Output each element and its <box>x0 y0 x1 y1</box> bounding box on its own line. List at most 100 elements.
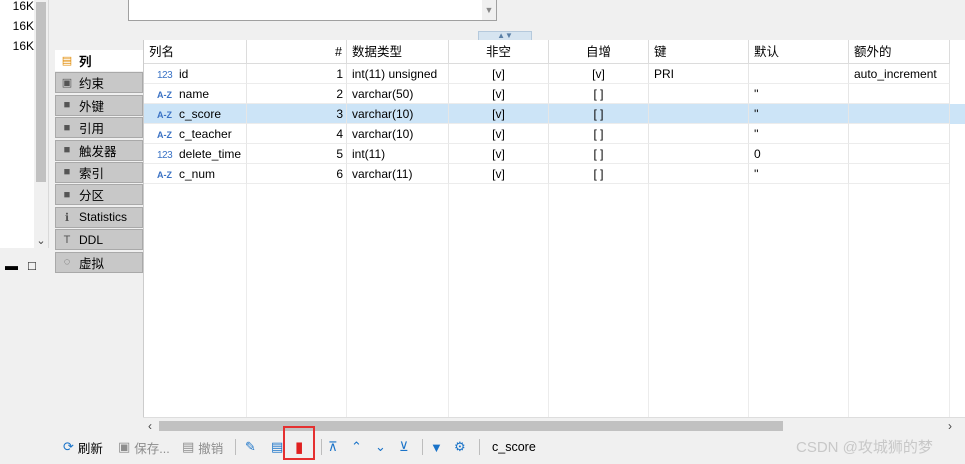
cell-default[interactable]: '' <box>749 164 849 184</box>
tab-label: 索引 <box>79 166 105 181</box>
tab-references[interactable]: ■ 引用 <box>55 117 143 139</box>
tab-label: 约束 <box>79 77 105 92</box>
horizontal-scrollbar[interactable]: ‹ › <box>143 417 965 434</box>
cell-default[interactable]: 0 <box>749 144 849 164</box>
cell-name[interactable]: 123 delete_time <box>144 144 247 164</box>
move-bottom-button[interactable]: ⊻ <box>399 437 413 457</box>
cell-datatype[interactable]: int(11) <box>347 144 449 164</box>
tab-foreign-keys[interactable]: ■ 外键 <box>55 94 143 116</box>
cell-autoinc[interactable]: [ ] <box>549 124 649 144</box>
tab-partitions[interactable]: ■ 分区 <box>55 184 143 206</box>
cell-extra[interactable] <box>849 144 950 164</box>
table-row[interactable]: 123 delete_time 5 int(11) [v][ ] 0 <box>144 144 965 164</box>
tab-virtual[interactable]: ◌ 虚拟 <box>55 251 143 273</box>
chevron-right-icon[interactable]: › <box>943 418 957 434</box>
cell-extra[interactable]: auto_increment <box>849 64 950 84</box>
refresh-label: 刷新 <box>77 441 103 456</box>
cell-notnull[interactable]: [v] <box>449 164 549 184</box>
cell-num[interactable]: 5 <box>247 144 347 164</box>
undo-label: 撤销 <box>198 441 224 456</box>
edit-column-button[interactable]: ✎ <box>245 437 260 457</box>
comment-textarea[interactable]: ▼ <box>128 0 497 21</box>
tab-statistics[interactable]: ℹ Statistics <box>55 206 143 228</box>
cell-notnull[interactable]: [v] <box>449 104 549 124</box>
table-row[interactable]: A-Z c_num 6 varchar(11) [v][ ] '' <box>144 164 965 184</box>
cell-name[interactable]: A-Z c_score <box>144 104 247 124</box>
table-row[interactable]: 123 id 1 int(11) unsigned [v] [v] PRI auto_incr… <box>144 64 965 84</box>
scrollbar-thumb[interactable] <box>159 421 783 431</box>
cell-name[interactable]: A-Z c_teacher <box>144 124 247 144</box>
chevron-down-icon[interactable]: ▼ <box>482 0 496 20</box>
cell-num[interactable]: 4 <box>247 124 347 144</box>
cell-datatype[interactable]: varchar(50) <box>347 84 449 104</box>
chevron-up-icon: ⌃ <box>351 439 362 454</box>
cell-key[interactable] <box>649 144 749 164</box>
undo-button[interactable]: ▤ 撤销 <box>182 437 223 457</box>
cell-num[interactable]: 3 <box>247 104 347 124</box>
column-header[interactable]: 默认 <box>749 40 849 64</box>
cell-extra[interactable] <box>849 104 950 124</box>
cell-num[interactable]: 6 <box>247 164 347 184</box>
filter-button[interactable]: ▼ <box>430 437 447 457</box>
move-up-button[interactable]: ⌃ <box>351 437 366 457</box>
cell-name[interactable]: 123 id <box>144 64 247 84</box>
cell-datatype[interactable]: varchar(10) <box>347 104 449 124</box>
cell-autoinc[interactable]: [ ] <box>549 84 649 104</box>
column-header[interactable]: 自增 <box>549 40 649 64</box>
cell-extra[interactable] <box>849 164 950 184</box>
cell-autoinc[interactable]: [ ] <box>549 104 649 124</box>
tab-triggers[interactable]: ■ 触发器 <box>55 139 143 161</box>
scrollbar-thumb[interactable] <box>36 2 46 182</box>
left-panel-toolbar: ▬ □ <box>0 256 48 276</box>
tab-ddl[interactable]: T DDL <box>55 229 143 251</box>
cell-key[interactable] <box>649 164 749 184</box>
column-header[interactable]: # <box>247 40 347 64</box>
cell-autoinc[interactable]: [ ] <box>549 164 649 184</box>
left-vertical-scrollbar[interactable]: ⌄ <box>34 0 48 248</box>
cell-name[interactable]: A-Z name <box>144 84 247 104</box>
table-row[interactable]: A-Z name 2 varchar(50) [v][ ] '' <box>144 84 965 104</box>
cell-key[interactable] <box>649 84 749 104</box>
maximize-icon[interactable]: □ <box>28 258 36 273</box>
cell-notnull[interactable]: [v] <box>449 64 549 84</box>
refresh-button[interactable]: ⟳ 刷新 <box>63 437 103 457</box>
tab-indexes[interactable]: ■ 索引 <box>55 161 143 183</box>
tab-label: 虚拟 <box>79 256 105 271</box>
cell-notnull[interactable]: [v] <box>449 84 549 104</box>
tab-columns[interactable]: ▤ 列 <box>55 50 143 71</box>
cell-datatype[interactable]: varchar(10) <box>347 124 449 144</box>
cell-default[interactable]: '' <box>749 104 849 124</box>
column-header[interactable]: 非空 <box>449 40 549 64</box>
table-row[interactable]: A-Z c_teacher 4 varchar(10) [v][ ] '' <box>144 124 965 144</box>
cell-datatype[interactable]: varchar(11) <box>347 164 449 184</box>
chevron-down-icon[interactable]: ⌄ <box>34 234 48 248</box>
cell-default[interactable]: '' <box>749 124 849 144</box>
cell-num[interactable]: 2 <box>247 84 347 104</box>
move-down-button[interactable]: ⌄ <box>375 437 390 457</box>
cell-extra[interactable] <box>849 124 950 144</box>
minimize-icon[interactable]: ▬ <box>5 258 18 273</box>
cell-key[interactable] <box>649 124 749 144</box>
cell-extra[interactable] <box>849 84 950 104</box>
move-top-button[interactable]: ⊼ <box>328 437 342 457</box>
cell-default[interactable] <box>749 64 849 84</box>
table-row[interactable]: A-Z c_score 3 varchar(10) [v][ ] '' <box>144 104 965 124</box>
cell-datatype[interactable]: int(11) unsigned <box>347 64 449 84</box>
cell-notnull[interactable]: [v] <box>449 124 549 144</box>
cell-key[interactable] <box>649 104 749 124</box>
cell-autoinc[interactable]: [ ] <box>549 144 649 164</box>
column-header[interactable]: 额外的 <box>849 40 950 64</box>
column-header[interactable]: 数据类型 <box>347 40 449 64</box>
cell-notnull[interactable]: [v] <box>449 144 549 164</box>
cell-num[interactable]: 1 <box>247 64 347 84</box>
cell-name[interactable]: A-Z c_num <box>144 164 247 184</box>
chevron-left-icon[interactable]: ‹ <box>143 418 157 434</box>
tab-constraints[interactable]: ▣ 约束 <box>55 72 143 94</box>
cell-key[interactable]: PRI <box>649 64 749 84</box>
column-header[interactable]: 键 <box>649 40 749 64</box>
save-button[interactable]: ▣ 保存... <box>118 437 170 457</box>
cell-autoinc[interactable]: [v] <box>549 64 649 84</box>
cell-default[interactable]: '' <box>749 84 849 104</box>
settings-button[interactable]: ⚙ <box>454 437 470 457</box>
column-header[interactable]: 列名 <box>144 40 247 64</box>
